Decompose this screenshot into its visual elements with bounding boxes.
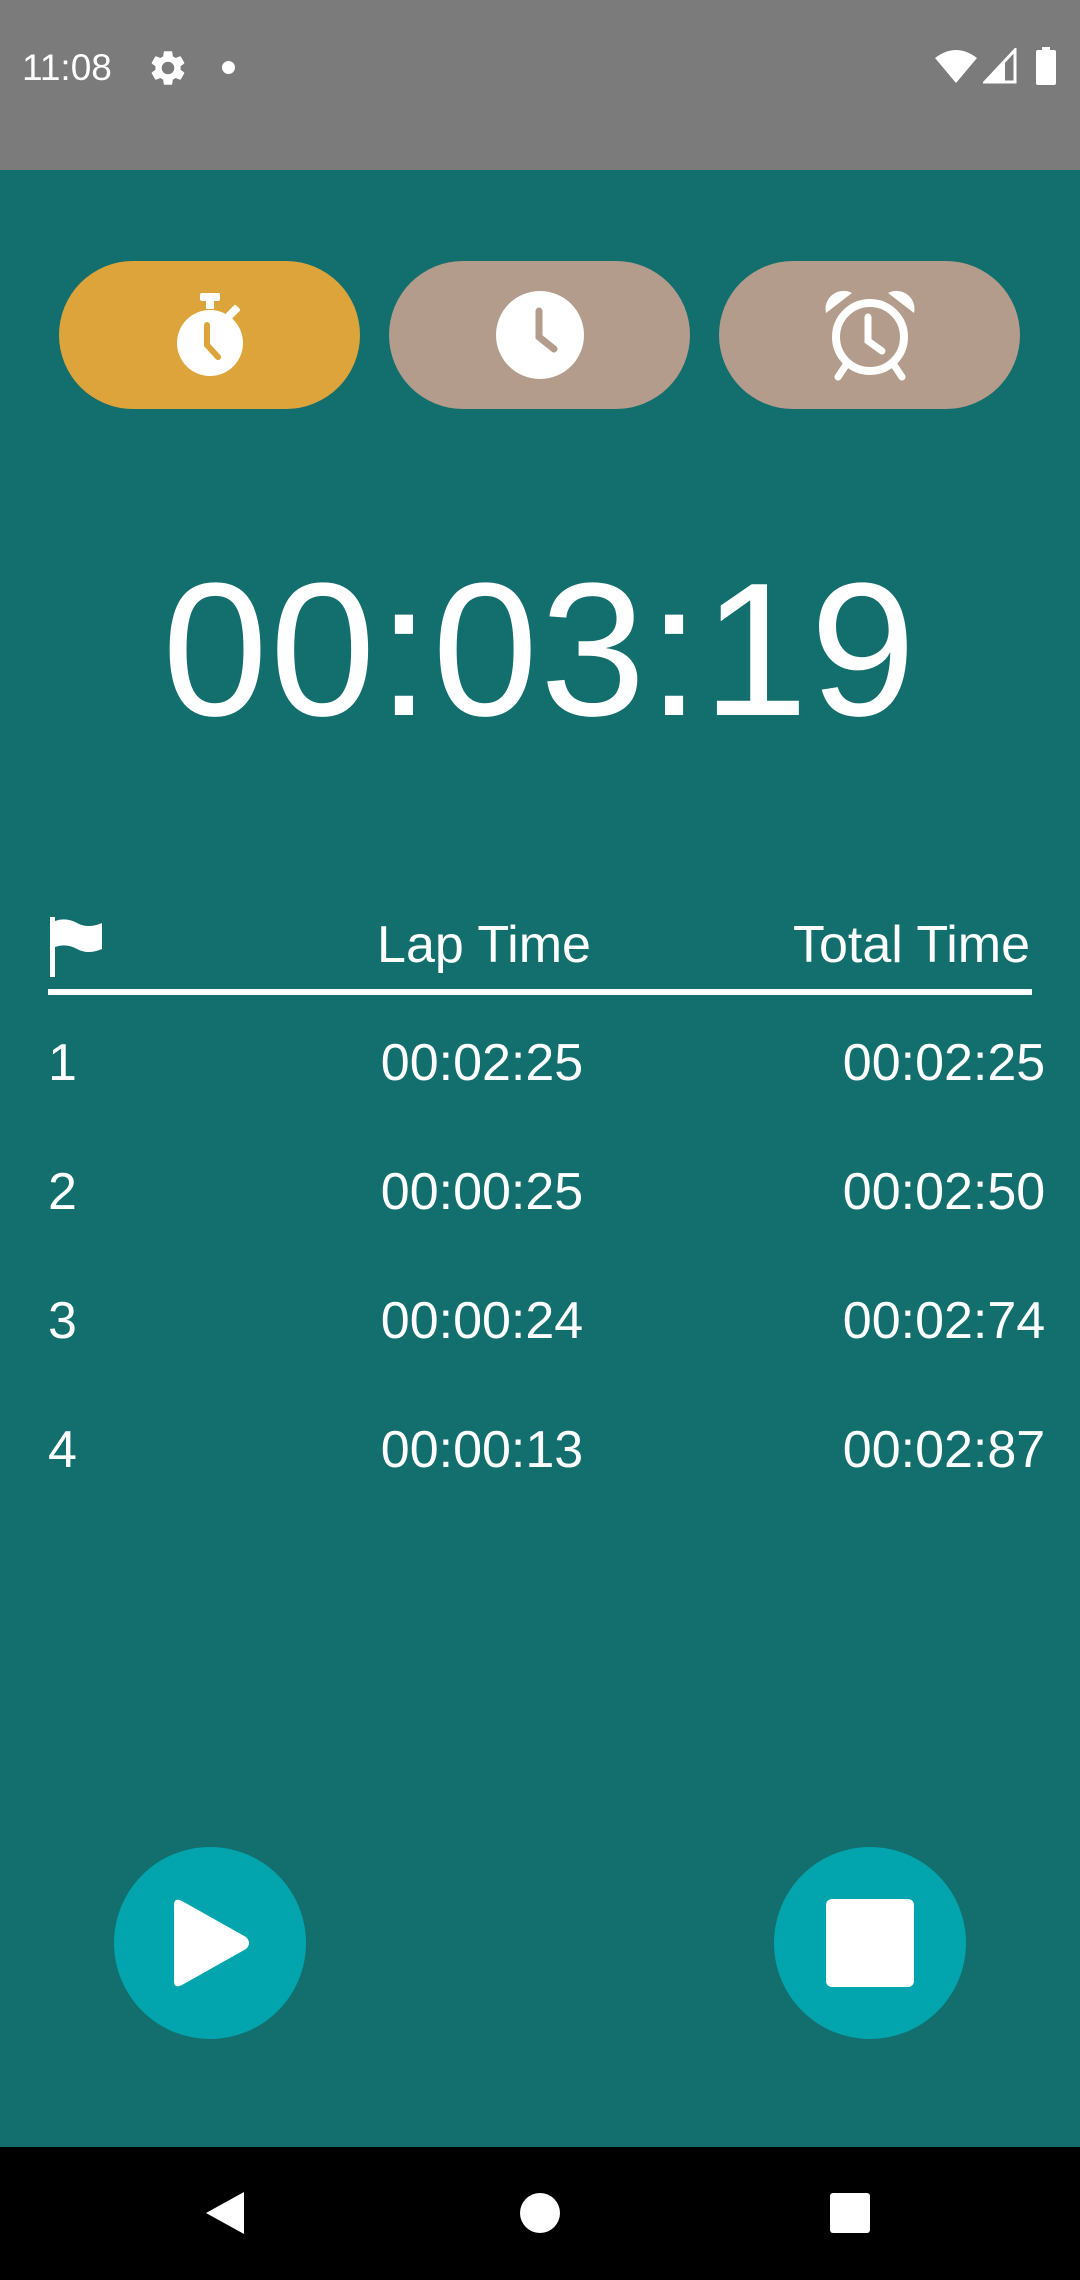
stop-button[interactable] <box>774 1847 966 2039</box>
lap-time: 00:00:13 <box>380 1421 584 1479</box>
flag-icon <box>50 917 102 977</box>
alarm-clock-icon <box>825 290 914 381</box>
stopwatch-time-display: 00:03:19 <box>162 544 918 756</box>
lap-number: 1 <box>48 1034 77 1092</box>
lap-number: 2 <box>48 1163 77 1221</box>
back-button[interactable] <box>185 2177 265 2249</box>
gear-icon <box>151 51 185 85</box>
lap-time: 00:02:25 <box>380 1034 584 1092</box>
total-time-header: Total Time <box>793 916 1030 974</box>
stop-icon <box>826 1899 914 1987</box>
tab-stopwatch[interactable] <box>59 261 360 409</box>
notification-dot-icon <box>222 61 235 74</box>
total-time: 00:02:74 <box>842 1292 1046 1350</box>
back-icon <box>206 2192 244 2234</box>
lap-number: 3 <box>48 1292 77 1350</box>
lap-number: 4 <box>48 1421 77 1479</box>
lap-time: 00:00:24 <box>380 1292 584 1350</box>
total-time: 00:02:25 <box>842 1034 1046 1092</box>
lap-time-header: Lap Time <box>377 916 591 974</box>
signal-icon <box>983 48 1017 84</box>
lap-row: 3 00:00:24 00:02:74 <box>48 1276 1045 1366</box>
recents-button[interactable] <box>810 2173 890 2253</box>
stopwatch-icon <box>176 293 243 376</box>
lap-time: 00:00:25 <box>380 1163 584 1221</box>
total-time: 00:02:87 <box>842 1421 1046 1479</box>
lap-table-header: Lap Time Total Time <box>48 905 1032 985</box>
status-bar: 11:08 <box>0 0 1080 170</box>
lap-row: 1 00:02:25 00:02:25 <box>48 1018 1045 1108</box>
navigation-bar <box>0 2147 1080 2280</box>
lap-row: 4 00:00:13 00:02:87 <box>48 1405 1045 1495</box>
recents-icon <box>830 2193 870 2233</box>
tab-clock[interactable] <box>389 261 690 409</box>
wifi-icon <box>935 50 977 83</box>
status-time: 11:08 <box>22 47 112 88</box>
battery-icon <box>1036 47 1056 85</box>
header-divider <box>48 989 1032 995</box>
play-icon <box>174 1899 249 1987</box>
home-icon <box>520 2193 560 2233</box>
home-button[interactable] <box>500 2173 580 2253</box>
start-button[interactable] <box>114 1847 306 2039</box>
clock-icon <box>495 291 584 379</box>
lap-row: 2 00:00:25 00:02:50 <box>48 1147 1045 1237</box>
total-time: 00:02:50 <box>842 1163 1046 1221</box>
tab-alarm[interactable] <box>719 261 1020 409</box>
